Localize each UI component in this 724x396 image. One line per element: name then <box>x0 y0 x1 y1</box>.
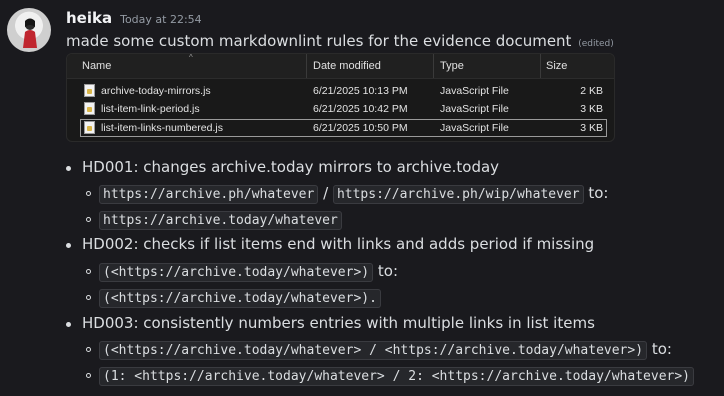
code-inline: https://archive.ph/wip/whatever <box>332 185 584 204</box>
bullet-hollow-icon <box>86 217 91 222</box>
code-inline: (<https://archive.today/whatever>). <box>99 289 381 308</box>
bullet-icon <box>66 243 71 248</box>
to-text: to: <box>651 340 672 358</box>
avatar-figure-icon <box>23 18 37 48</box>
js-file-icon <box>84 84 95 97</box>
sort-caret-icon: ^ <box>189 53 193 62</box>
rule-example-from: (<https://archive.today/whatever>) to: <box>99 262 399 282</box>
code-inline: https://archive.ph/whatever <box>99 185 319 204</box>
file-explorer-image[interactable]: ^ Name Date modified Type Size archive-t… <box>66 53 615 142</box>
file-size: 2 KB <box>580 85 603 97</box>
file-row: list-item-link-period.js 6/21/2025 10:42… <box>80 100 607 118</box>
file-date: 6/21/2025 10:50 PM <box>313 122 408 134</box>
file-size: 3 KB <box>580 103 603 115</box>
col-divider <box>540 54 541 78</box>
timestamp[interactable]: Today at 22:54 <box>120 13 202 26</box>
file-date: 6/21/2025 10:42 PM <box>313 103 408 115</box>
col-divider <box>433 54 434 78</box>
file-name: list-item-links-numbered.js <box>101 122 223 134</box>
code-inline: (1: <https://archive.today/whatever> / 2… <box>99 367 694 386</box>
file-name: archive-today-mirrors.js <box>101 85 211 97</box>
code-inline: (<https://archive.today/whatever> / <htt… <box>99 341 648 360</box>
code-inline: https://archive.today/whatever <box>99 211 342 230</box>
js-file-icon <box>84 121 95 134</box>
rule-example-to: (1: <https://archive.today/whatever> / 2… <box>99 366 694 386</box>
bullet-hollow-icon <box>86 347 91 352</box>
rule-example-from: (<https://archive.today/whatever> / <htt… <box>99 340 672 360</box>
file-row: archive-today-mirrors.js 6/21/2025 10:13… <box>80 82 607 100</box>
col-name: Name <box>82 60 112 72</box>
code-inline: (<https://archive.today/whatever>) <box>99 263 374 282</box>
file-date: 6/21/2025 10:13 PM <box>313 85 408 97</box>
col-size: Size <box>546 60 568 72</box>
file-type: JavaScript File <box>440 103 509 115</box>
message-header: heika Today at 22:54 <box>66 9 202 29</box>
username[interactable]: heika <box>66 9 112 27</box>
rule-item: HD001: changes archive.today mirrors to … <box>82 158 500 176</box>
separator-text: / <box>323 184 329 202</box>
file-row-selected: list-item-links-numbered.js 6/21/2025 10… <box>80 119 607 137</box>
rule-example-from: https://archive.ph/whatever / https://ar… <box>99 184 609 204</box>
rule-example-to: https://archive.today/whatever <box>99 210 342 230</box>
bullet-icon <box>66 322 71 327</box>
file-type: JavaScript File <box>440 85 509 97</box>
file-type: JavaScript File <box>440 122 509 134</box>
message-text: made some custom markdownlint rules for … <box>66 32 614 50</box>
edited-label: (edited) <box>578 39 614 49</box>
file-size: 3 KB <box>580 122 603 134</box>
file-name: list-item-link-period.js <box>101 103 200 115</box>
rule-example-to: (<https://archive.today/whatever>). <box>99 288 381 308</box>
col-type: Type <box>440 60 464 72</box>
bullet-icon <box>66 166 71 171</box>
to-text: to: <box>377 262 399 280</box>
to-text: to: <box>588 184 609 202</box>
col-divider <box>306 54 307 78</box>
bullet-hollow-icon <box>86 269 91 274</box>
js-file-icon <box>84 102 95 115</box>
avatar[interactable] <box>7 8 51 52</box>
explorer-header: ^ Name Date modified Type Size <box>67 54 614 79</box>
rule-item: HD002: checks if list items end with lin… <box>82 235 595 253</box>
rule-item: HD003: consistently numbers entries with… <box>82 314 595 332</box>
message-body: made some custom markdownlint rules for … <box>66 32 572 50</box>
bullet-hollow-icon <box>86 373 91 378</box>
bullet-hollow-icon <box>86 295 91 300</box>
col-date-modified: Date modified <box>313 60 381 72</box>
bullet-hollow-icon <box>86 191 91 196</box>
